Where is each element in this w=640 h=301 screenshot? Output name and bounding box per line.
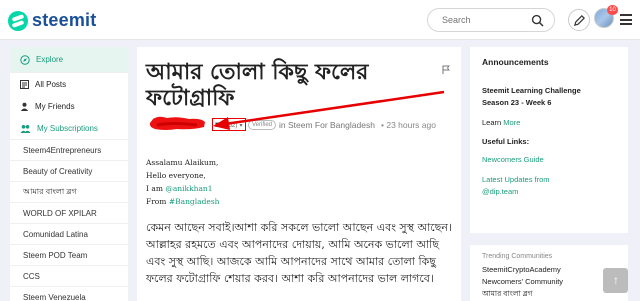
redaction-scribble xyxy=(149,116,205,130)
learn-more-line: Learn More xyxy=(482,118,521,127)
logo-text: steemit xyxy=(32,10,97,30)
explore-nav-item[interactable]: Explore xyxy=(10,47,128,73)
community-item[interactable]: আমার বাংলা ব্লগ xyxy=(10,181,128,202)
chevron-down-icon[interactable]: ▾ xyxy=(239,123,242,129)
useful-links-title: Useful Links: xyxy=(482,137,530,146)
menu-icon[interactable] xyxy=(620,14,632,25)
steemit-logo-icon xyxy=(8,10,28,31)
all-posts-nav-item[interactable]: All Posts xyxy=(10,73,128,95)
announcements-panel: Announcements Steemit Learning Challenge… xyxy=(470,47,628,233)
hashtag-link[interactable]: #Bangladesh xyxy=(169,197,220,206)
my-subscriptions-label: My Subscriptions xyxy=(37,123,98,133)
my-friends-label: My Friends xyxy=(35,101,75,111)
my-friends-nav-item[interactable]: My Friends xyxy=(10,95,128,117)
community-item[interactable]: Comunidad Latina xyxy=(10,223,128,244)
trending-item[interactable]: আমার বাংলা ব্লগ xyxy=(482,288,616,300)
announcements-title: Announcements xyxy=(482,57,549,67)
my-subscriptions-nav-item[interactable]: My Subscriptions xyxy=(10,117,128,139)
trending-item[interactable]: Newcomers' Community xyxy=(482,276,616,288)
i-am-line: I am @anikkhan1 xyxy=(146,184,213,193)
author-mention-link[interactable]: @anikkhan1 xyxy=(165,184,212,193)
greeting-line: Hello everyone, xyxy=(146,171,206,180)
community-item[interactable]: Steem Venezuela xyxy=(10,286,128,301)
author-highlight-box[interactable]: n1 (52) ▾ xyxy=(212,118,246,131)
post-panel: আমার তোলা কিছু ফলের ফটোগ্রাফি n1 (52) ▾ … xyxy=(137,47,461,301)
list-icon xyxy=(20,79,29,89)
search-box[interactable] xyxy=(427,8,555,32)
community-item[interactable]: CCS xyxy=(10,265,128,286)
pencil-icon xyxy=(573,15,585,27)
learn-more-link[interactable]: More xyxy=(503,118,520,127)
post-paragraph: কেমন আছেন সবাই।আশা করি সকলে ভালো আছেন এব… xyxy=(146,221,452,285)
post-community[interactable]: in Steem For Bangladesh xyxy=(279,120,375,130)
left-sidebar: Explore All Posts My Friends My Subscrip… xyxy=(10,47,128,301)
explore-label: Explore xyxy=(36,55,64,64)
community-item[interactable]: Beauty of Creativity xyxy=(10,160,128,181)
search-icon[interactable] xyxy=(531,14,544,27)
community-item[interactable]: Steem POD Team xyxy=(10,244,128,265)
community-item[interactable]: Steem4Entrepreneurs xyxy=(10,139,128,160)
post-time: • 23 hours ago xyxy=(381,120,436,130)
flag-icon[interactable] xyxy=(442,65,450,74)
user-icon xyxy=(20,102,29,111)
announcement-text[interactable]: Steemit Learning Challenge Season 23 - W… xyxy=(482,85,582,109)
top-header: steemit 10 xyxy=(0,0,640,40)
trending-title: Trending Communities xyxy=(482,253,553,260)
latest-updates-link[interactable]: Latest Updates from @dip.team xyxy=(482,174,572,198)
users-icon xyxy=(20,124,31,133)
all-posts-label: All Posts xyxy=(35,79,67,89)
verified-badge: Verified xyxy=(248,120,277,130)
arrow-up-icon: ↑ xyxy=(613,273,619,287)
trending-item[interactable]: SteemitCryptoAcademy xyxy=(482,264,616,276)
search-input[interactable] xyxy=(442,13,522,27)
scroll-to-top-button[interactable]: ↑ xyxy=(603,268,628,293)
notification-badge[interactable]: 10 xyxy=(607,5,618,15)
author-name[interactable]: n1 xyxy=(215,120,224,129)
steemit-logo[interactable]: steemit xyxy=(8,10,96,31)
from-line: From #Bangladesh xyxy=(146,197,220,206)
greeting-line: Assalamu Alaikum, xyxy=(146,158,219,167)
newcomers-guide-link[interactable]: Newcomers Guide xyxy=(482,154,616,166)
reputation-score: (52) xyxy=(226,123,238,129)
community-item[interactable]: WORLD OF XPILAR xyxy=(10,202,128,223)
post-title: আমার তোলা কিছু ফলের ফটোগ্রাফি xyxy=(146,59,369,111)
post-meta: n1 (52) ▾ Verified in Steem For Banglade… xyxy=(146,116,456,134)
create-post-button[interactable] xyxy=(568,9,590,31)
compass-icon xyxy=(20,54,30,65)
post-body-intro: Assalamu Alaikum, Hello everyone, I am @… xyxy=(146,156,456,208)
